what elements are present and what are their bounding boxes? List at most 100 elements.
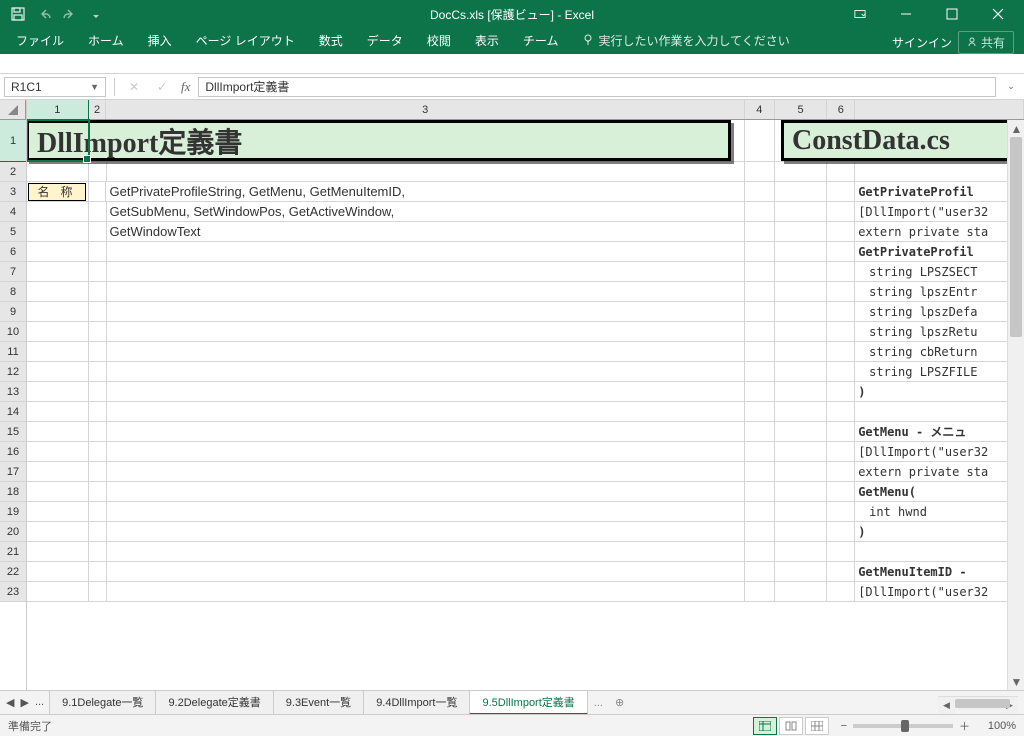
scroll-up-button[interactable]: ▲ xyxy=(1008,120,1024,137)
tab-nav-next[interactable]: ▶ xyxy=(20,696,28,709)
undo-icon[interactable] xyxy=(36,6,52,22)
sheet-tab[interactable]: 9.1Delegate一覧 xyxy=(49,691,156,715)
cell[interactable] xyxy=(775,342,828,361)
cell[interactable] xyxy=(107,502,745,521)
cell[interactable] xyxy=(827,282,855,301)
cell[interactable] xyxy=(775,442,828,461)
cell[interactable] xyxy=(827,362,855,381)
cell[interactable] xyxy=(745,462,775,481)
formula-input[interactable]: DllImport定義書 xyxy=(198,77,996,97)
cell[interactable]: string LPSZSECT xyxy=(855,262,1024,281)
cell[interactable] xyxy=(775,402,828,421)
tab-nav-more[interactable]: ... xyxy=(35,696,44,709)
row-header[interactable]: 6 xyxy=(0,242,26,262)
view-pagelayout-button[interactable] xyxy=(779,717,803,735)
cell[interactable] xyxy=(745,162,775,181)
vertical-scrollbar[interactable]: ▲ ▼ xyxy=(1007,120,1024,690)
cell[interactable] xyxy=(89,582,107,601)
sheet-tab[interactable]: 9.5DllImport定義書 xyxy=(469,691,587,715)
row-header[interactable]: 10 xyxy=(0,322,26,342)
row-header[interactable]: 4 xyxy=(0,202,26,222)
zoom-level[interactable]: 100% xyxy=(976,720,1016,732)
cell[interactable] xyxy=(107,262,745,281)
cell[interactable]: 名 称 xyxy=(27,182,89,201)
cell[interactable] xyxy=(27,162,89,181)
cell[interactable] xyxy=(107,302,745,321)
cell[interactable] xyxy=(775,262,828,281)
row-header[interactable]: 11 xyxy=(0,342,26,362)
cell[interactable] xyxy=(89,262,107,281)
tab-team[interactable]: チーム xyxy=(511,27,571,54)
cell[interactable] xyxy=(107,562,745,581)
cell[interactable] xyxy=(745,222,775,241)
cell[interactable] xyxy=(827,402,855,421)
cell[interactable] xyxy=(27,522,89,541)
col-header[interactable]: 6 xyxy=(827,100,855,119)
cell[interactable] xyxy=(775,302,828,321)
tell-me[interactable]: 実行したい作業を入力してください xyxy=(570,27,801,54)
cell[interactable] xyxy=(27,482,89,501)
cell[interactable] xyxy=(27,442,89,461)
hscroll-thumb[interactable] xyxy=(955,699,1010,708)
name-box[interactable]: R1C1 ▼ xyxy=(4,77,106,97)
cell[interactable] xyxy=(775,162,828,181)
col-header[interactable]: 5 xyxy=(775,100,828,119)
sheet-tab[interactable]: 9.4DllImport一覧 xyxy=(363,691,470,715)
cell[interactable] xyxy=(107,162,745,181)
fx-icon[interactable]: fx xyxy=(179,79,192,95)
row-header[interactable]: 1 xyxy=(0,120,26,162)
cell[interactable] xyxy=(745,302,775,321)
add-sheet-button[interactable]: ⊕ xyxy=(609,696,630,709)
cell[interactable] xyxy=(745,182,775,201)
cell[interactable] xyxy=(27,382,89,401)
row-header[interactable]: 21 xyxy=(0,542,26,562)
col-header[interactable]: 4 xyxy=(745,100,775,119)
tab-data[interactable]: データ xyxy=(355,27,415,54)
row-header[interactable]: 13 xyxy=(0,382,26,402)
cells-area[interactable]: DllImport定義書 ConstData.cs 名 称GetPrivateP… xyxy=(27,120,1024,602)
cell[interactable] xyxy=(107,382,745,401)
cell[interactable]: GetMenuItemID - xyxy=(855,562,1024,581)
scroll-thumb[interactable] xyxy=(1010,137,1022,337)
cell[interactable] xyxy=(89,542,107,561)
cell[interactable] xyxy=(89,322,107,341)
cell[interactable] xyxy=(745,262,775,281)
cell[interactable] xyxy=(89,242,107,261)
cell[interactable] xyxy=(827,562,855,581)
row-header[interactable]: 3 xyxy=(0,182,26,202)
cell[interactable] xyxy=(89,562,107,581)
cell[interactable] xyxy=(89,442,107,461)
cell[interactable] xyxy=(745,562,775,581)
cell[interactable] xyxy=(89,282,107,301)
cell[interactable] xyxy=(775,542,828,561)
cell[interactable] xyxy=(27,222,89,241)
minimize-button[interactable] xyxy=(884,0,928,28)
cell[interactable] xyxy=(775,382,828,401)
cell[interactable] xyxy=(107,242,745,261)
formula-expand-button[interactable]: ⌄ xyxy=(1002,81,1020,92)
cell[interactable]: extern private sta xyxy=(855,222,1024,241)
row-header[interactable]: 23 xyxy=(0,582,26,602)
cell[interactable] xyxy=(745,582,775,601)
row-header[interactable]: 7 xyxy=(0,262,26,282)
cell[interactable] xyxy=(89,402,107,421)
cell[interactable] xyxy=(89,342,107,361)
cell[interactable] xyxy=(107,462,745,481)
cell[interactable]: string lpszEntr xyxy=(855,282,1024,301)
row-header[interactable]: 14 xyxy=(0,402,26,422)
cell[interactable]: GetSubMenu, SetWindowPos, GetActiveWindo… xyxy=(107,202,745,221)
cell[interactable]: string cbReturn xyxy=(855,342,1024,361)
cell[interactable] xyxy=(827,502,855,521)
cell[interactable] xyxy=(89,162,107,181)
cell[interactable] xyxy=(827,222,855,241)
cell[interactable] xyxy=(827,382,855,401)
cell[interactable] xyxy=(107,322,745,341)
cell[interactable] xyxy=(107,342,745,361)
col-header[interactable]: 1 xyxy=(27,100,89,119)
cell[interactable]: ) xyxy=(855,382,1024,401)
tab-view[interactable]: 表示 xyxy=(463,27,511,54)
cell[interactable] xyxy=(827,262,855,281)
row-header[interactable]: 22 xyxy=(0,562,26,582)
col-header[interactable]: 3 xyxy=(106,100,745,119)
row-header[interactable]: 5 xyxy=(0,222,26,242)
